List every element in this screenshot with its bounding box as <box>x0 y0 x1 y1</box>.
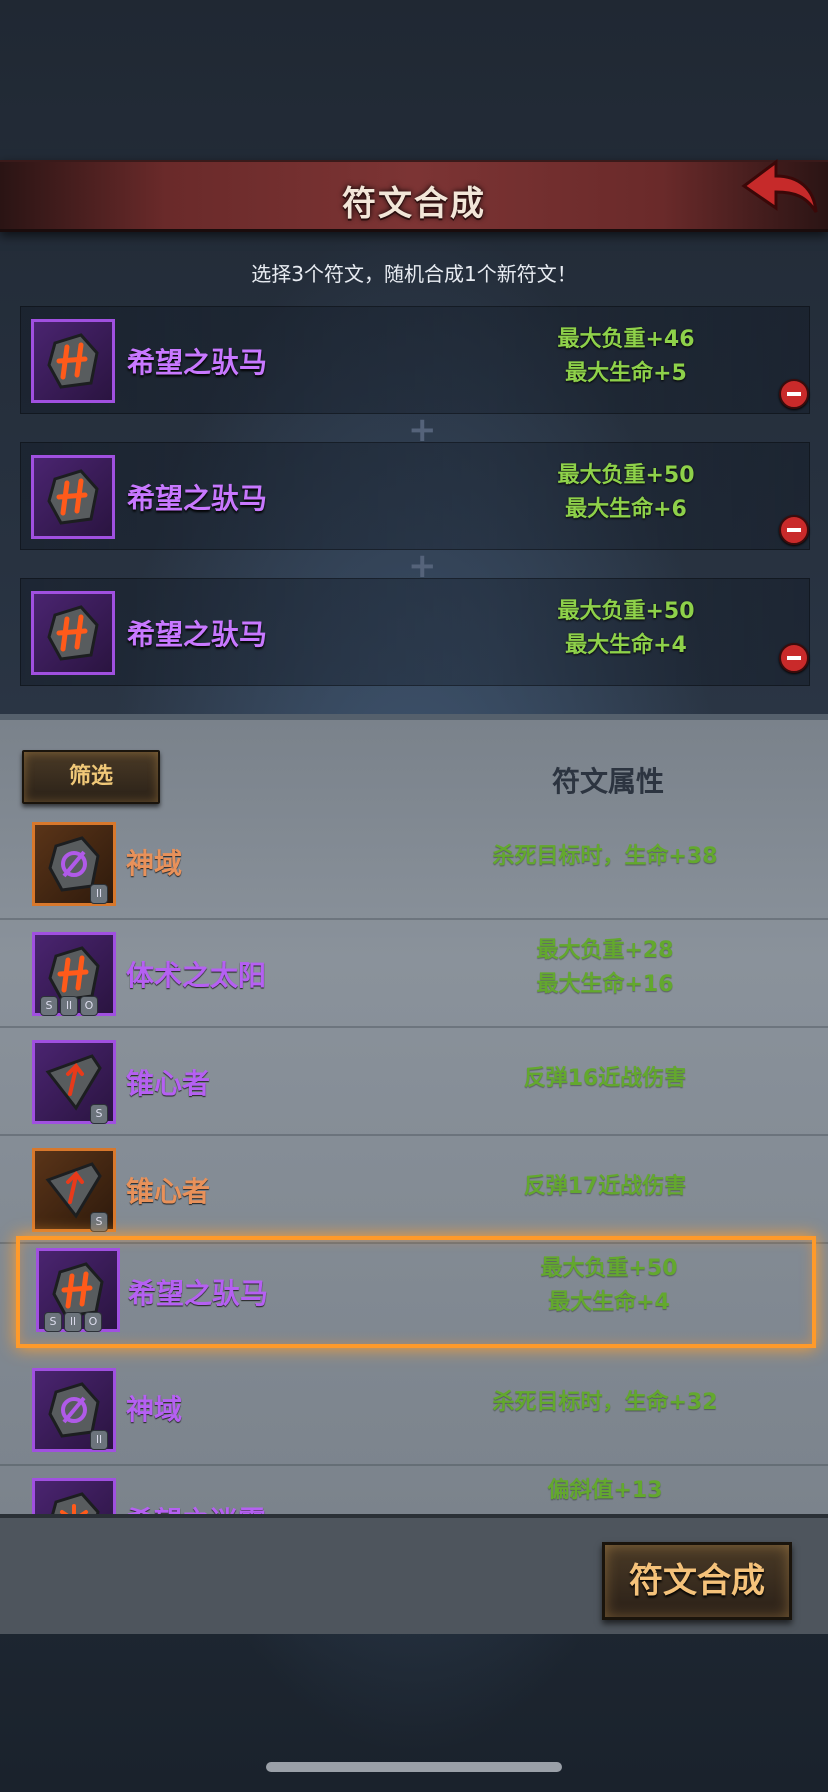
socket-badges: S <box>90 1104 108 1124</box>
home-indicator[interactable] <box>266 1762 562 1772</box>
rune-stats: 最大负重+50 最大生命+4 <box>501 595 751 663</box>
rune-name: 体术之太阳 <box>126 959 267 992</box>
stat-line: 最大负重+50 <box>557 463 695 488</box>
instruction-text: 选择3个符文，随机合成1个新符文！ <box>251 262 577 286</box>
rune-stats: 最大负重+50 最大生命+4 <box>484 1252 734 1320</box>
list-item[interactable]: S 锥心者 反弹17近战伤害 <box>0 1136 828 1244</box>
combine-button[interactable]: 符文合成 <box>602 1542 792 1620</box>
remove-button[interactable] <box>779 643 809 673</box>
stat-line: 最大生命+4 <box>548 1290 670 1315</box>
rune-name: 希望之驮马 <box>127 482 268 515</box>
selected-slot-1[interactable]: 希望之驮马 最大负重+46 最大生命+5 <box>20 306 810 414</box>
stat-line: 杀死目标时，生命+32 <box>492 1390 718 1415</box>
socket-icon: S <box>90 1104 108 1124</box>
socket-badges: Sll O <box>40 996 98 1016</box>
list-item-selected[interactable]: Sll O 希望之驮马 最大负重+50 最大生命+4 <box>16 1236 816 1348</box>
back-button[interactable] <box>736 156 820 228</box>
rune-h-icon <box>31 591 115 675</box>
remove-button[interactable] <box>779 515 809 545</box>
rune-h-icon <box>31 319 115 403</box>
rune-stats: 杀死目标时，生命+32 <box>460 1386 750 1420</box>
rune-stats: 最大负重+28 最大生命+16 <box>480 934 730 1002</box>
socket-icon: S <box>90 1212 108 1232</box>
stat-line: 反弹17近战伤害 <box>523 1174 687 1199</box>
bottom-bar: 符文合成 <box>0 1514 828 1634</box>
rune-stats: 杀死目标时，生命+38 <box>460 840 750 874</box>
selected-slot-3[interactable]: 希望之驮马 最大负重+50 最大生命+4 <box>20 578 810 686</box>
stat-line: 偏斜值+13 <box>547 1478 663 1503</box>
header-banner: 符文合成 <box>0 159 828 232</box>
socket-icon: O <box>80 996 98 1016</box>
stat-line: 最大生命+5 <box>565 361 687 386</box>
socket-icon: ll <box>90 884 108 904</box>
list-item[interactable]: S 锥心者 反弹16近战伤害 <box>0 1028 828 1136</box>
rune-stats: 反弹16近战伤害 <box>460 1062 750 1096</box>
page-title: 符文合成 <box>342 184 486 224</box>
rune-name: 希望之驮马 <box>127 346 268 379</box>
column-title: 符文属性 <box>552 765 665 798</box>
filter-button[interactable]: 筛选 <box>22 750 160 804</box>
stat-line: 最大生命+16 <box>536 972 674 997</box>
selected-runes-panel: 希望之驮马 最大负重+46 最大生命+5 + 希望之驮马 最大负重+50 最大生… <box>20 306 810 686</box>
list-item[interactable]: ll 神域 杀死目标时，生命+38 <box>0 812 828 920</box>
rune-name: 神域 <box>126 1393 183 1426</box>
selected-slot-2[interactable]: 希望之驮马 最大负重+50 最大生命+6 <box>20 442 810 550</box>
socket-badges: ll <box>90 884 108 904</box>
rune-star-icon <box>32 1478 116 1514</box>
stat-line: 杀死目标时，生命+38 <box>492 844 718 869</box>
socket-icon: ll <box>60 996 78 1016</box>
rune-name: 神域 <box>126 847 183 880</box>
rune-name: 希望之驮马 <box>128 1277 269 1310</box>
rune-name: 锥心者 <box>126 1067 211 1100</box>
socket-icon: S <box>44 1312 62 1332</box>
list-item[interactable]: 希望之迷雾 偏斜值+13 <box>0 1466 828 1514</box>
rune-name: 希望之驮马 <box>127 618 268 651</box>
stat-line: 最大负重+50 <box>540 1256 678 1281</box>
stat-line: 最大生命+4 <box>565 633 687 658</box>
rune-stats: 偏斜值+13 <box>480 1474 730 1508</box>
socket-icon: O <box>84 1312 102 1332</box>
back-arrow-icon <box>741 159 818 213</box>
socket-icon: S <box>40 996 58 1016</box>
list-item[interactable]: ll 神域 杀死目标时，生命+32 <box>0 1358 828 1466</box>
socket-badges: Sll O <box>44 1312 102 1332</box>
rune-name: 希望之迷雾 <box>126 1500 266 1514</box>
remove-button[interactable] <box>779 379 809 409</box>
stat-line: 最大负重+28 <box>536 938 674 963</box>
list-item[interactable]: Sll O 体术之太阳 最大负重+28 最大生命+16 <box>0 920 828 1028</box>
socket-icon: ll <box>90 1430 108 1450</box>
stat-line: 最大负重+50 <box>557 599 695 624</box>
rune-stats: 最大负重+50 最大生命+6 <box>501 459 751 527</box>
rune-h-icon <box>31 455 115 539</box>
socket-badges: S <box>90 1212 108 1232</box>
stat-line: 反弹16近战伤害 <box>523 1066 687 1091</box>
stat-line: 最大负重+46 <box>557 327 695 352</box>
rune-stats: 反弹17近战伤害 <box>460 1170 750 1204</box>
socket-icon: ll <box>64 1312 82 1332</box>
socket-badges: ll <box>90 1430 108 1450</box>
rune-name: 锥心者 <box>126 1175 211 1208</box>
rune-stats: 最大负重+46 最大生命+5 <box>501 323 751 391</box>
stat-line: 最大生命+6 <box>565 497 687 522</box>
rune-list-panel: 筛选 符文属性 ll 神域 杀死目标时，生命+38 Sll O 体术之太阳 最大负… <box>0 714 828 1514</box>
